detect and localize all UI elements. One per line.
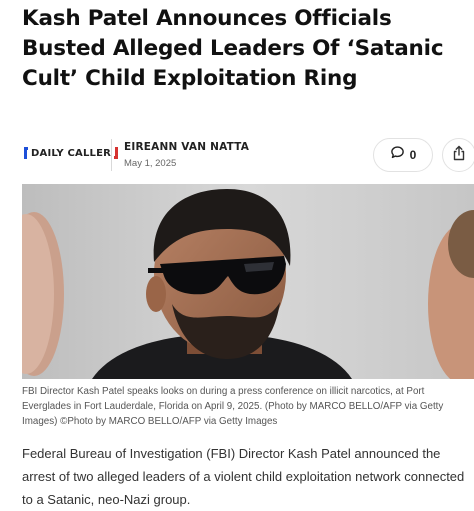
byline-row: DAILY CALLER EIREANN VAN NATTA May 1, 20…: [0, 136, 474, 180]
article-photo[interactable]: [22, 184, 474, 379]
publish-date: May 1, 2025: [124, 158, 177, 169]
comments-button[interactable]: 0: [373, 138, 433, 172]
author-name[interactable]: EIREANN VAN NATTA: [124, 141, 249, 153]
share-icon: [451, 145, 467, 166]
publisher-logo[interactable]: DAILY CALLER: [24, 144, 119, 162]
photo-caption: FBI Director Kash Patel speaks looks on …: [22, 386, 444, 427]
byline-divider: [111, 139, 112, 171]
article-photo-illustration: [22, 184, 474, 379]
article-body-paragraph: Federal Bureau of Investigation (FBI) Di…: [22, 446, 465, 507]
speech-bubble-icon: [390, 145, 405, 165]
publisher-logo-text: DAILY CALLER: [31, 147, 112, 159]
share-button[interactable]: [442, 138, 474, 172]
article-headline: Kash Patel Announces Officials Busted Al…: [22, 6, 444, 91]
comment-count: 0: [409, 148, 417, 162]
